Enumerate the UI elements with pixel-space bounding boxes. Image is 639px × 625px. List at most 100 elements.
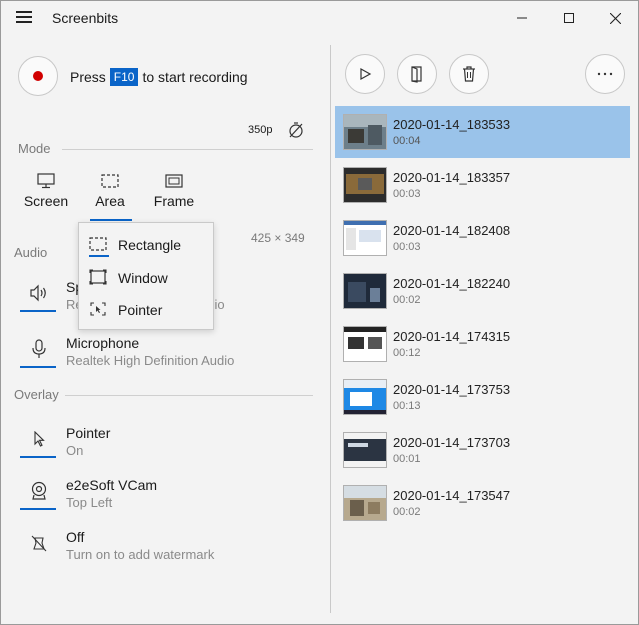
tab-screen-label: Screen: [23, 193, 69, 209]
overlay-webcam-option[interactable]: e2eSoft VCam Top Left: [18, 474, 318, 522]
window-select-icon: [89, 269, 107, 285]
tab-area-label: Area: [95, 193, 125, 209]
recording-item[interactable]: 2020-01-14_173703 00:01: [335, 424, 630, 476]
hamburger-menu-icon[interactable]: [16, 11, 32, 25]
recording-name: 2020-01-14_182240: [393, 276, 511, 291]
overlay-watermark-option[interactable]: Off Turn on to add watermark: [18, 526, 318, 574]
open-folder-icon: [411, 66, 422, 83]
microphone-icon: [28, 338, 50, 360]
menu-item-rectangle[interactable]: Rectangle: [79, 228, 213, 260]
pointer-overlay-title: Pointer: [66, 425, 111, 441]
webcam-title: e2eSoft VCam: [66, 477, 158, 493]
resolution-button[interactable]: 350p: [248, 124, 272, 136]
pointer-overlay-subtitle: On: [66, 443, 84, 458]
overlay-pointer-option[interactable]: Pointer On: [18, 422, 318, 470]
monitor-icon: [18, 171, 74, 191]
watermark-off-icon: [28, 532, 50, 554]
recording-item[interactable]: 2020-01-14_173547 00:02: [335, 477, 630, 529]
maximize-button[interactable]: [546, 5, 592, 31]
area-icon: [82, 171, 138, 191]
watermark-subtitle: Turn on to add watermark: [66, 547, 215, 562]
minimize-button[interactable]: [499, 5, 545, 31]
microphone-title: Microphone: [66, 335, 140, 351]
recordings-pane: 2020-01-14_183533 00:04 2020-01-14_18335…: [332, 35, 638, 624]
play-button[interactable]: [345, 54, 385, 94]
recording-duration: 00:02: [393, 294, 421, 306]
tab-selected-indicator: [90, 219, 132, 221]
cursor-icon: [28, 428, 50, 450]
recording-item[interactable]: 2020-01-14_174315 00:12: [335, 318, 630, 370]
area-mode-menu: Rectangle Window Pointer: [78, 222, 214, 330]
recording-item[interactable]: 2020-01-14_173753 00:13: [335, 371, 630, 423]
mode-section-label: Mode: [18, 141, 51, 156]
recording-name: 2020-01-14_174315: [393, 329, 511, 344]
title-bar: Screenbits: [1, 1, 638, 35]
play-icon: [360, 67, 372, 81]
recording-thumbnail: [343, 220, 387, 256]
record-button[interactable]: [18, 56, 58, 96]
recording-duration: 00:03: [393, 241, 421, 253]
recording-item[interactable]: 2020-01-14_183357 00:03: [335, 159, 630, 211]
tab-area[interactable]: Area: [82, 171, 138, 221]
audio-microphone-option[interactable]: Microphone Realtek High Definition Audio: [18, 332, 318, 380]
recording-name: 2020-01-14_173547: [393, 488, 511, 503]
area-dimensions: 425 × 349: [251, 231, 305, 245]
minimize-icon: [517, 17, 527, 19]
menu-item-window-label: Window: [118, 270, 168, 286]
more-icon: [597, 72, 613, 76]
record-hint-prefix: Press: [70, 69, 106, 85]
recording-thumbnail: [343, 273, 387, 309]
recording-thumbnail: [343, 379, 387, 415]
record-hint: Press F10 to start recording: [70, 68, 248, 87]
record-dot-icon: [33, 71, 43, 81]
delete-icon: [463, 66, 475, 82]
recording-name: 2020-01-14_182408: [393, 223, 511, 238]
app-title: Screenbits: [52, 10, 119, 26]
app-window: Screenbits Press F10 to start recording 35…: [0, 0, 639, 625]
pointer-select-icon: [89, 301, 107, 317]
recording-duration: 00:01: [393, 453, 421, 465]
recording-thumbnail: [343, 326, 387, 362]
maximize-icon: [564, 13, 574, 23]
tab-frame[interactable]: Frame: [146, 171, 202, 209]
recording-item[interactable]: 2020-01-14_182240 00:02: [335, 265, 630, 317]
close-button[interactable]: [592, 5, 638, 31]
recording-thumbnail: [343, 485, 387, 521]
menu-item-pointer[interactable]: Pointer: [79, 293, 213, 325]
recording-name: 2020-01-14_173703: [393, 435, 511, 450]
recording-duration: 00:03: [393, 188, 421, 200]
recording-duration: 00:04: [393, 135, 421, 147]
active-indicator: [20, 310, 56, 312]
webcam-subtitle: Top Left: [66, 495, 113, 510]
microphone-subtitle: Realtek High Definition Audio: [66, 353, 235, 368]
recording-item[interactable]: 2020-01-14_182408 00:03: [335, 212, 630, 264]
record-hint-suffix: to start recording: [142, 69, 248, 85]
more-button[interactable]: [585, 54, 625, 94]
active-indicator: [20, 456, 56, 458]
menu-selected-indicator: [89, 255, 109, 257]
recording-name: 2020-01-14_183357: [393, 170, 511, 185]
timer-off-icon[interactable]: [287, 121, 305, 144]
section-divider: [62, 149, 313, 150]
speaker-icon: [28, 282, 50, 304]
hotkey-badge: F10: [109, 68, 139, 86]
open-folder-button[interactable]: [397, 54, 437, 94]
recording-duration: 00:12: [393, 347, 421, 359]
audio-section-label: Audio: [14, 245, 48, 260]
recording-thumbnail: [343, 114, 387, 150]
section-divider: [65, 395, 313, 396]
recording-thumbnail: [343, 167, 387, 203]
active-indicator: [20, 508, 56, 510]
tab-frame-label: Frame: [153, 193, 195, 209]
recording-item[interactable]: 2020-01-14_183533 00:04: [335, 106, 630, 158]
recording-thumbnail: [343, 432, 387, 468]
menu-item-pointer-label: Pointer: [118, 302, 163, 318]
close-icon: [609, 12, 621, 24]
delete-button[interactable]: [449, 54, 489, 94]
tab-screen[interactable]: Screen: [18, 171, 74, 209]
overlay-section-label: Overlay: [14, 387, 59, 402]
rectangle-select-icon: [89, 236, 107, 252]
pane-divider: [330, 45, 331, 613]
menu-item-window[interactable]: Window: [79, 261, 213, 293]
recording-duration: 00:13: [393, 400, 421, 412]
